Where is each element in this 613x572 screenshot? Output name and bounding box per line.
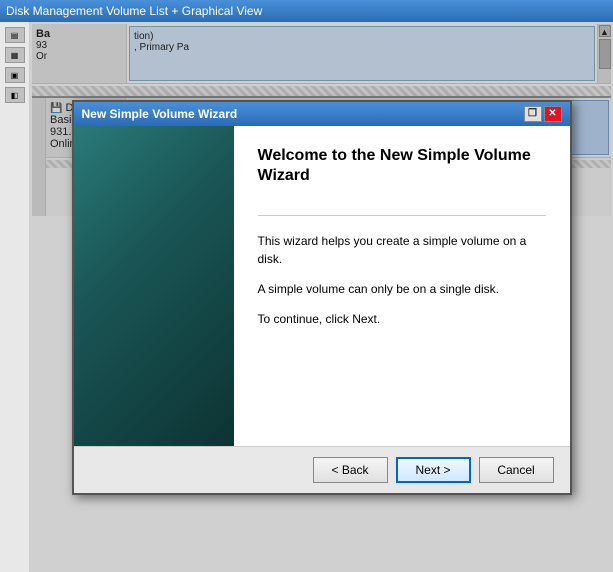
wizard-close-button[interactable]: ✕: [544, 106, 562, 122]
cancel-button[interactable]: Cancel: [479, 457, 554, 483]
sidebar-icon-1[interactable]: ▤: [5, 27, 25, 43]
wizard-left-panel: [74, 126, 234, 446]
wizard-footer: < Back Next > Cancel: [74, 446, 570, 493]
app-titlebar: Disk Management Volume List + Graphical …: [0, 0, 613, 22]
wizard-separator: [258, 215, 546, 216]
wizard-restore-button[interactable]: ❐: [524, 106, 542, 122]
app-body: ▤ ▦ ▣ ◧ Ba 93 Or tion) , P: [0, 22, 613, 572]
next-button[interactable]: Next >: [396, 457, 471, 483]
app-title: Disk Management: [6, 4, 103, 18]
back-button[interactable]: < Back: [313, 457, 388, 483]
sidebar-icon-3[interactable]: ▣: [5, 67, 25, 83]
sidebar-icon-4[interactable]: ◧: [5, 87, 25, 103]
wizard-overlay: New Simple Volume Wizard ❐ ✕ Welcome to …: [30, 22, 613, 572]
app-window: Disk Management Volume List + Graphical …: [0, 0, 613, 572]
wizard-para-3: To continue, click Next.: [258, 310, 546, 328]
main-content: Ba 93 Or tion) , Primary Pa ▲: [30, 22, 613, 572]
wizard-right-panel: Welcome to the New Simple Volume Wizard …: [234, 126, 570, 446]
wizard-title-text: New Simple Volume Wizard: [82, 107, 238, 121]
wizard-heading: Welcome to the New Simple Volume Wizard: [258, 146, 546, 188]
wizard-titlebar: New Simple Volume Wizard ❐ ✕: [74, 102, 570, 126]
sidebar: ▤ ▦ ▣ ◧: [0, 22, 30, 572]
wizard-dialog: New Simple Volume Wizard ❐ ✕ Welcome to …: [72, 100, 572, 495]
wizard-para-1: This wizard helps you create a simple vo…: [258, 232, 546, 268]
sidebar-icon-2[interactable]: ▦: [5, 47, 25, 63]
app-menu-label: Volume List + Graphical View: [106, 4, 262, 18]
wizard-body: Welcome to the New Simple Volume Wizard …: [74, 126, 570, 446]
wizard-para-2: A simple volume can only be on a single …: [258, 280, 546, 298]
wizard-titlebar-buttons: ❐ ✕: [524, 106, 562, 122]
